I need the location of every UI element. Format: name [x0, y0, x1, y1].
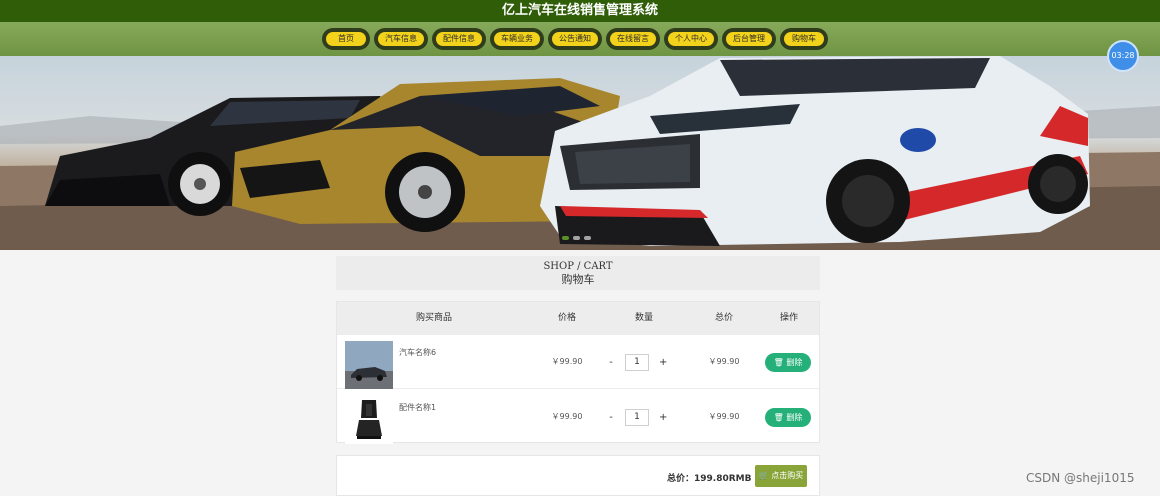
nav-item-label: 车辆业务 [494, 32, 540, 46]
cart-title-en: SHOP / CART [543, 261, 613, 272]
carousel-dot[interactable] [584, 236, 591, 240]
nav-item-label: 在线留言 [610, 32, 656, 46]
product-name[interactable]: 配件名称1 [399, 402, 436, 413]
cart-icon: 🛒 [758, 471, 769, 480]
quantity-input[interactable]: 1 [625, 354, 649, 371]
cart-title-cn: 购物车 [561, 273, 595, 286]
nav-item-messages[interactable]: 在线留言 [606, 28, 660, 50]
nav-item-vehicle-business[interactable]: 车辆业务 [490, 28, 544, 50]
clock-badge: 03:28 [1107, 40, 1139, 72]
banner-carousel[interactable] [0, 56, 1160, 250]
increase-button[interactable]: + [659, 357, 667, 368]
quantity-stepper: - 1 + [607, 409, 667, 426]
quantity-stepper: - 1 + [607, 354, 667, 371]
nav-item-label: 公告通知 [552, 32, 598, 46]
nav-item-label: 个人中心 [668, 32, 714, 46]
product-total: ￥99.90 [708, 412, 740, 421]
nav-item-car-info[interactable]: 汽车信息 [374, 28, 428, 50]
table-row: 汽车名称6 ￥99.90 - 1 + ￥99.90 🗑 删除 [337, 335, 819, 389]
product-price: ￥99.90 [551, 412, 583, 421]
nav-menu: 首页 汽车信息 配件信息 车辆业务 公告通知 在线留言 个人中心 后台管理 购物… [322, 28, 828, 50]
nav-item-label: 汽车信息 [378, 32, 424, 46]
product-thumbnail[interactable] [345, 396, 393, 444]
delete-label: 删除 [786, 358, 803, 367]
column-header: 价格 [557, 313, 576, 323]
nav-item-home[interactable]: 首页 [322, 28, 370, 50]
nav-item-profile[interactable]: 个人中心 [664, 28, 718, 50]
page: 亿上汽车在线销售管理系统 首页 汽车信息 配件信息 车辆业务 公告通知 在线留言… [0, 0, 1160, 496]
nav-item-cart[interactable]: 购物车 [780, 28, 828, 50]
carousel-dot[interactable] [562, 236, 569, 240]
table-row: 配件名称1 ￥99.90 - 1 + ￥99.90 🗑 删除 [337, 390, 819, 444]
column-header: 购买商品 [415, 313, 452, 323]
delete-button[interactable]: 🗑 删除 [765, 353, 811, 372]
decrease-button[interactable]: - [607, 412, 615, 423]
quantity-input[interactable]: 1 [625, 409, 649, 426]
total-price: 总价：199.80RMB [667, 474, 752, 484]
decrease-button[interactable]: - [607, 357, 615, 368]
increase-button[interactable]: + [659, 412, 667, 423]
delete-button[interactable]: 🗑 删除 [765, 408, 811, 427]
product-total: ￥99.90 [708, 357, 740, 366]
column-header: 操作 [779, 313, 798, 323]
nav-bar: 首页 汽车信息 配件信息 车辆业务 公告通知 在线留言 个人中心 后台管理 购物… [0, 22, 1160, 56]
nav-item-admin[interactable]: 后台管理 [722, 28, 776, 50]
cart-header: SHOP / CART 购物车 [336, 256, 820, 290]
buy-label: 点击购买 [771, 471, 804, 480]
cart-summary: 总价：199.80RMB 🛒 点击购买 [336, 455, 820, 496]
column-header: 总价 [714, 313, 733, 323]
buy-button[interactable]: 🛒 点击购买 [755, 465, 807, 487]
table-header: 购买商品 价格 数量 总价 操作 [337, 302, 819, 335]
delete-label: 删除 [786, 413, 803, 422]
product-name[interactable]: 汽车名称6 [399, 347, 436, 358]
nav-item-notices[interactable]: 公告通知 [548, 28, 602, 50]
banner-image [0, 56, 1160, 250]
trash-icon: 🗑 [773, 413, 784, 422]
cart-table: 购买商品 价格 数量 总价 操作 汽车名称6 ￥99.90 - 1 + ￥99.… [336, 301, 820, 444]
watermark: CSDN @sheji1015 [1026, 471, 1135, 485]
nav-item-label: 后台管理 [726, 32, 772, 46]
site-title: 亿上汽车在线销售管理系统 [0, 0, 1160, 22]
white-race-car [540, 56, 1090, 246]
product-thumbnail[interactable] [345, 341, 393, 389]
nav-item-label: 购物车 [784, 32, 824, 46]
column-header: 数量 [634, 313, 653, 323]
carousel-dot[interactable] [573, 236, 580, 240]
nav-item-label: 配件信息 [436, 32, 482, 46]
carousel-dots [562, 236, 591, 240]
nav-item-parts-info[interactable]: 配件信息 [432, 28, 486, 50]
trash-icon: 🗑 [773, 358, 784, 367]
product-price: ￥99.90 [551, 357, 583, 366]
nav-item-label: 首页 [326, 32, 366, 46]
